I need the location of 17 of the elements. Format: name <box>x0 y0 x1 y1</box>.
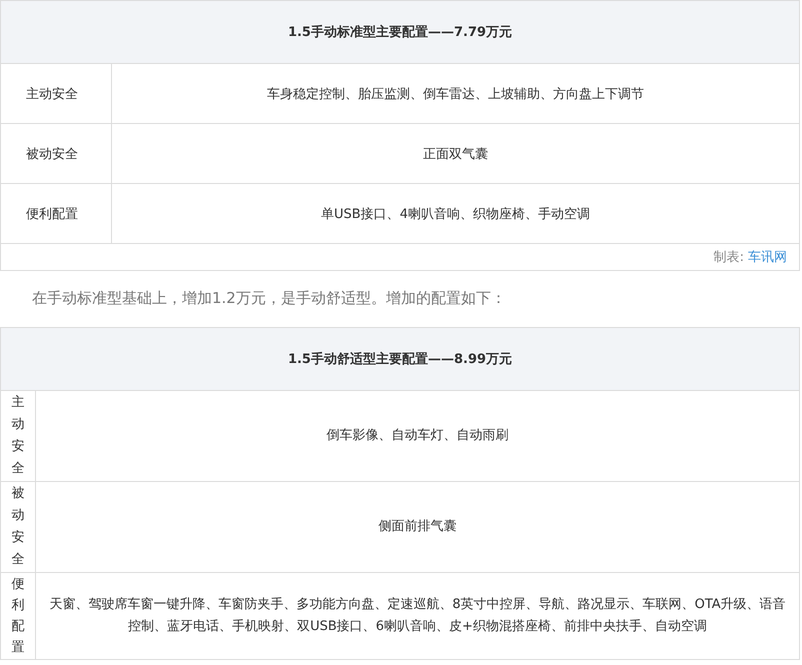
table-cell: 侧面前排气囊 <box>36 482 800 572</box>
table-cell: 天窗、驾驶席车窗一键升降、车窗防夹手、多功能方向盘、定速巡航、8英寸中控屏、导航、路况显示、车联网、OTA升级、语音控制、蓝牙电话、手机映射、双USB接口、6喇叭音响、皮+织物混搭座椅、前排中央扶手、自动空调 <box>36 572 800 660</box>
source-link[interactable]: 车讯网 <box>748 250 787 265</box>
row-label: 主动安全 <box>0 64 112 124</box>
row-label: 被动安全 <box>12 485 24 569</box>
table-title: 1.5手动舒适型主要配置——8.99万元 <box>0 328 800 390</box>
table-cell: 倒车影像、自动车灯、自动雨刷 <box>36 390 800 482</box>
row-label: 便利配置 <box>0 184 112 244</box>
row-label: 主动安全 <box>12 394 24 478</box>
credit-label: 制表: <box>714 250 744 265</box>
row-label: 便利配置 <box>12 576 24 657</box>
row-label: 被动安全 <box>0 124 112 184</box>
intro-paragraph: 在手动标准型基础上，增加1.2万元，是手动舒适型。增加的配置如下： <box>31 288 507 309</box>
table-cell: 车身稳定控制、胎压监测、倒车雷达、上坡辅助、方向盘上下调节 <box>112 64 800 124</box>
table-cell: 正面双气囊 <box>112 124 800 184</box>
table-title: 1.5手动标准型主要配置——7.79万元 <box>0 0 800 64</box>
table-cell: 单USB接口、4喇叭音响、织物座椅、手动空调 <box>112 184 800 244</box>
